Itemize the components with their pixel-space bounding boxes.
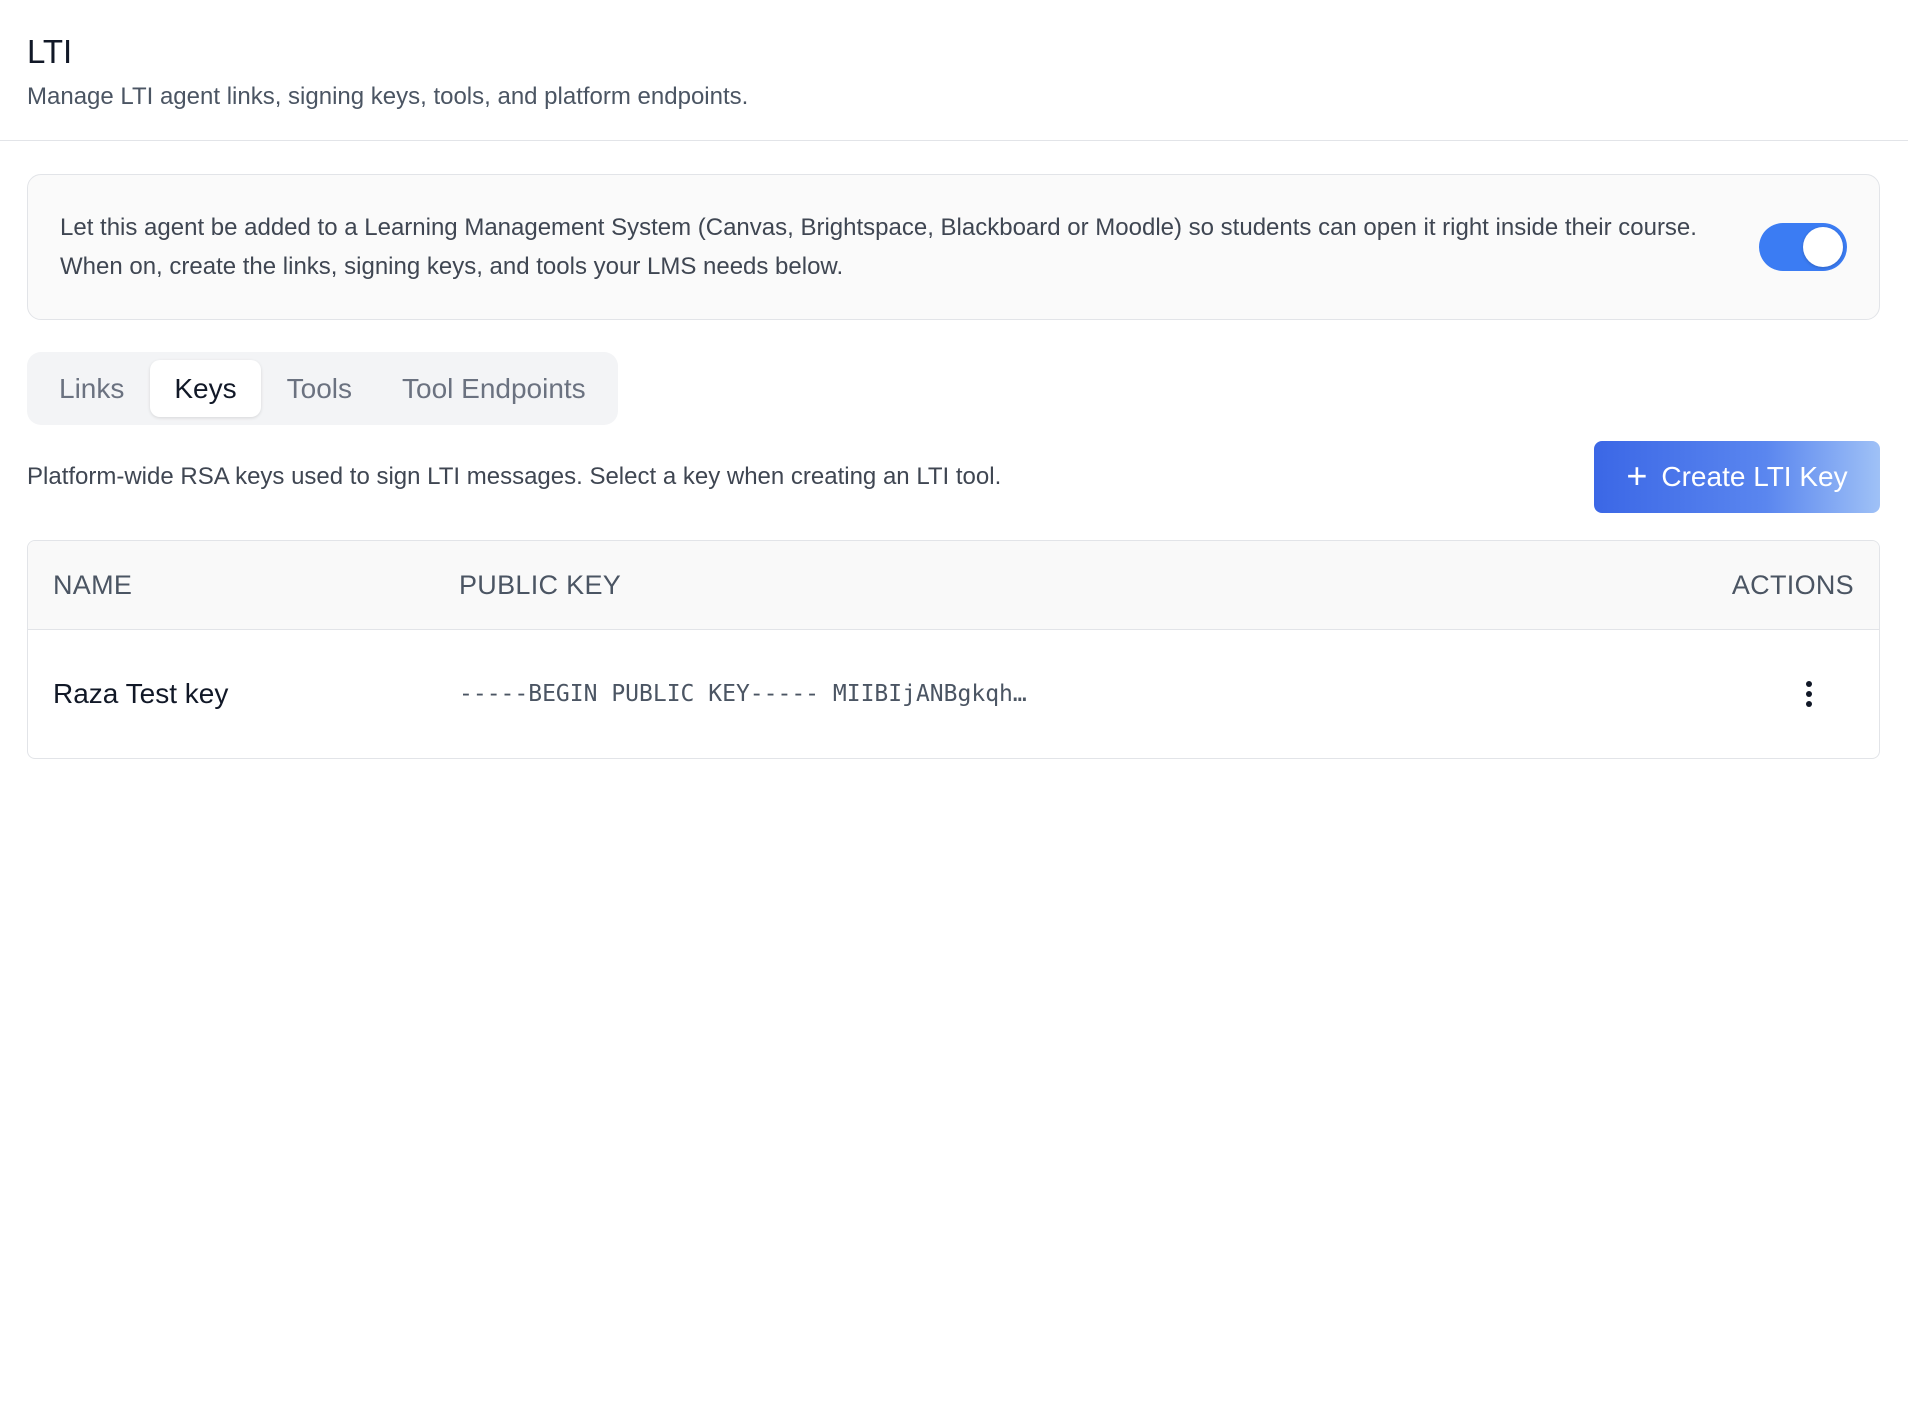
key-public-key: -----BEGIN PUBLIC KEY----- MIIBIjANBgkqh… — [459, 681, 1027, 707]
column-header-actions: ACTIONS — [1731, 569, 1854, 600]
tab-keys[interactable]: Keys — [150, 360, 261, 417]
table-header: NAME PUBLIC KEY ACTIONS — [28, 541, 1879, 630]
lti-enable-toggle[interactable] — [1759, 223, 1847, 271]
page-header: LTI Manage LTI agent links, signing keys… — [0, 0, 1908, 141]
more-vertical-icon[interactable] — [1794, 673, 1824, 715]
lti-enable-description: Let this agent be added to a Learning Ma… — [60, 214, 1697, 280]
kebab-dot — [1806, 691, 1812, 697]
create-lti-key-label: Create LTI Key — [1661, 461, 1848, 492]
keys-action-row: Platform-wide RSA keys used to sign LTI … — [27, 441, 1880, 513]
kebab-dot — [1806, 681, 1812, 687]
create-lti-key-button[interactable]: + Create LTI Key — [1594, 441, 1880, 513]
key-name: Raza Test key — [53, 678, 229, 709]
row-actions-cell — [1694, 673, 1854, 715]
plus-icon: + — [1626, 454, 1648, 496]
page-subtitle: Manage LTI agent links, signing keys, to… — [27, 83, 749, 110]
kebab-dot — [1806, 701, 1812, 707]
main-content: Let this agent be added to a Learning Ma… — [0, 141, 1908, 759]
tab-tool-endpoints[interactable]: Tool Endpoints — [378, 360, 610, 417]
table-row: Raza Test key -----BEGIN PUBLIC KEY-----… — [28, 630, 1879, 758]
tab-links[interactable]: Links — [35, 360, 148, 417]
toggle-knob — [1803, 227, 1843, 267]
column-header-public-key: PUBLIC KEY — [459, 569, 622, 600]
keys-table: NAME PUBLIC KEY ACTIONS Raza Test key --… — [27, 540, 1880, 759]
lti-enable-card: Let this agent be added to a Learning Ma… — [27, 174, 1880, 320]
tab-bar: Links Keys Tools Tool Endpoints — [27, 352, 618, 425]
tab-tools[interactable]: Tools — [263, 360, 376, 417]
column-header-name: NAME — [53, 569, 133, 600]
page-title: LTI — [27, 33, 73, 70]
keys-description: Platform-wide RSA keys used to sign LTI … — [27, 463, 1002, 490]
